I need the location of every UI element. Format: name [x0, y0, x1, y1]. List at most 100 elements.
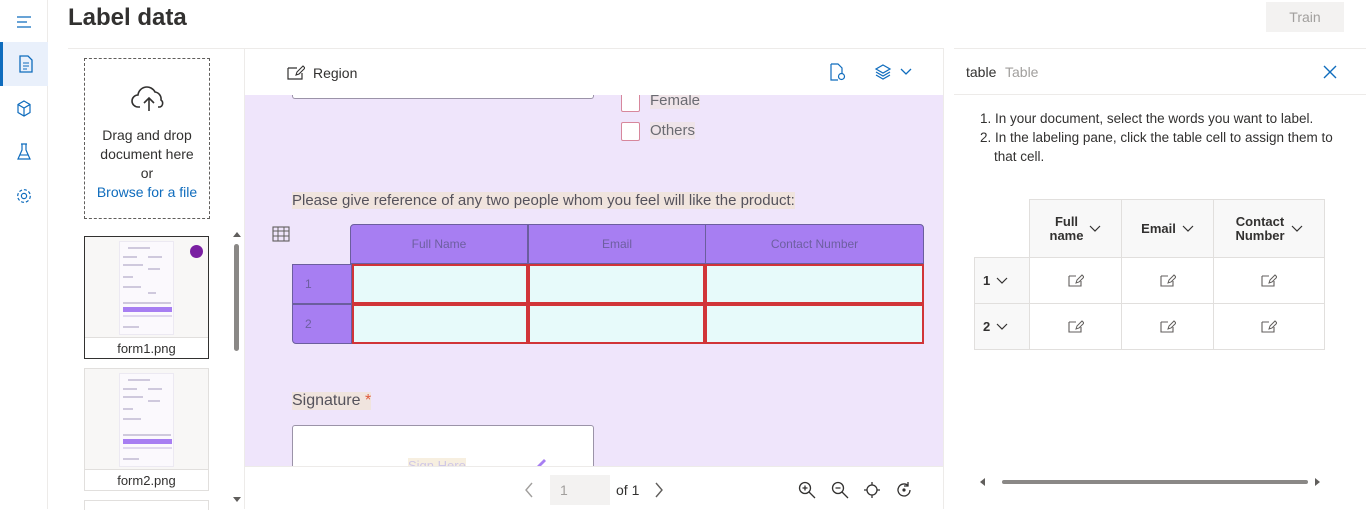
scroll-up-arrow[interactable] — [233, 230, 241, 238]
nav-test[interactable] — [0, 130, 48, 174]
labeled-status-dot — [190, 245, 203, 258]
upload-dropzone[interactable]: Drag and drop document here or Browse fo… — [84, 58, 210, 219]
chevron-down-icon — [1291, 225, 1302, 232]
signature-placeholder: Sign Here — [408, 458, 466, 466]
doc-table-cell[interactable] — [352, 304, 528, 344]
field-type: Table — [1005, 64, 1039, 80]
file-thumbnail-form1[interactable]: form1.png — [84, 236, 209, 359]
reference-question[interactable]: Please give reference of any two people … — [292, 192, 795, 209]
column-title-line: Contact — [1235, 213, 1285, 229]
label-table-column-header[interactable]: Contact Number — [1213, 199, 1325, 258]
edit-cell-icon — [1261, 273, 1277, 287]
instruction-1: 1. In your document, select the words yo… — [980, 109, 1313, 128]
menu-icon — [17, 16, 31, 28]
doc-table-row-label[interactable]: 2 — [292, 304, 352, 344]
next-page-icon[interactable] — [654, 482, 664, 498]
edit-cell-icon — [1067, 273, 1084, 287]
previous-page-icon[interactable] — [524, 482, 534, 498]
label-table-row-header[interactable]: 2 — [974, 303, 1030, 350]
label-table-cell[interactable] — [1029, 303, 1122, 350]
layers-dropdown-button[interactable] — [874, 64, 912, 80]
rotate-icon[interactable] — [895, 481, 913, 499]
instruction-number: 2. — [980, 130, 992, 145]
checkbox-female[interactable] — [621, 95, 640, 112]
chevron-down-icon — [1090, 225, 1101, 232]
doc-table-cell[interactable] — [705, 264, 924, 304]
doc-table-cell[interactable] — [528, 304, 705, 344]
label-table-scrollbar[interactable] — [974, 475, 1324, 489]
column-title-line: Email — [1141, 220, 1176, 236]
checkbox-others[interactable] — [621, 122, 640, 141]
column-title-line: name — [1049, 227, 1084, 243]
page-number-input[interactable] — [550, 475, 610, 505]
label-table-row-header[interactable]: 1 — [974, 257, 1030, 304]
checkbox-others-label[interactable]: Others — [650, 122, 696, 139]
file-panel: Drag and drop document here or Browse fo… — [68, 48, 245, 510]
dropzone-text-1: Drag and drop — [102, 127, 192, 143]
nav-settings[interactable] — [0, 174, 48, 218]
gear-icon — [17, 189, 31, 203]
label-table-cell[interactable] — [1121, 303, 1214, 350]
table-icon[interactable] — [272, 226, 290, 242]
label-table-corner — [974, 199, 1030, 258]
doc-table-header[interactable]: Full Name — [350, 224, 528, 264]
layers-icon — [874, 64, 892, 80]
labeling-pane: table Table 1. In your document, select … — [954, 48, 1366, 509]
instruction-2: 2. In the labeling pane, click the table… — [980, 128, 1333, 147]
label-table-cell[interactable] — [1213, 303, 1325, 350]
file-list-scrollbar[interactable] — [232, 230, 242, 509]
doc-table-header[interactable]: Email — [528, 224, 706, 264]
cube-icon — [17, 99, 31, 117]
label-table-cell[interactable] — [1029, 257, 1122, 304]
label-table-cell[interactable] — [1213, 257, 1325, 304]
page-count: of 1 — [616, 482, 640, 498]
pen-icon — [537, 459, 546, 466]
checkbox-female-label[interactable]: Female — [650, 95, 701, 109]
document-page[interactable]: Female Others Please give reference of a… — [245, 95, 943, 466]
signature-label[interactable]: Signature * — [292, 392, 372, 410]
scroll-thumb[interactable] — [1002, 480, 1308, 484]
browse-link[interactable]: Browse for a file — [85, 183, 209, 202]
nav-models[interactable] — [0, 86, 48, 130]
file-thumbnail-form2[interactable]: form2.png — [84, 368, 209, 491]
column-title-line: Full — [1054, 213, 1079, 229]
zoom-out-icon[interactable] — [831, 481, 849, 499]
signature-box: Sign Here — [292, 425, 594, 466]
name-input-box — [292, 95, 594, 99]
region-button[interactable]: Region — [287, 63, 357, 83]
chevron-down-icon — [996, 323, 1008, 330]
doc-table-header[interactable]: Contact Number — [705, 224, 924, 264]
label-table-cell[interactable] — [1121, 257, 1214, 304]
nav-label-data[interactable] — [0, 42, 48, 86]
flask-icon — [17, 143, 31, 160]
doc-table-cell[interactable] — [352, 264, 528, 304]
scroll-thumb[interactable] — [234, 244, 239, 351]
document-settings-button[interactable] — [828, 63, 846, 86]
labeling-pane-header: table Table — [954, 49, 1366, 95]
train-button[interactable]: Train — [1266, 2, 1344, 32]
scroll-down-arrow[interactable] — [233, 496, 241, 504]
scroll-left-arrow[interactable] — [979, 478, 986, 486]
pagination-bar: of 1 — [245, 466, 943, 509]
doc-table-row-label[interactable]: 1 — [292, 264, 352, 304]
instruction-3: that cell. — [994, 147, 1044, 166]
fit-page-icon[interactable] — [863, 481, 881, 499]
page-title: Label data — [68, 4, 187, 31]
row-number: 2 — [983, 319, 991, 334]
scroll-right-arrow[interactable] — [1314, 478, 1321, 486]
doc-table-cell[interactable] — [528, 264, 705, 304]
label-table-column-header[interactable]: Email — [1121, 199, 1214, 258]
chevron-down-icon — [1182, 225, 1194, 232]
label-table-column-header[interactable]: Full name — [1029, 199, 1122, 258]
zoom-in-icon[interactable] — [798, 481, 816, 499]
required-asterisk: * — [364, 392, 372, 409]
signature-label-text: Signature — [292, 392, 361, 409]
chevron-down-icon — [996, 277, 1008, 284]
document-icon — [18, 55, 33, 73]
doc-table-cell[interactable] — [705, 304, 924, 344]
close-icon[interactable] — [1323, 65, 1337, 79]
menu-button[interactable] — [0, 0, 48, 44]
edit-cell-icon — [1261, 319, 1277, 333]
column-title-line: Number — [1235, 227, 1285, 243]
cloud-upload-icon — [131, 86, 164, 111]
